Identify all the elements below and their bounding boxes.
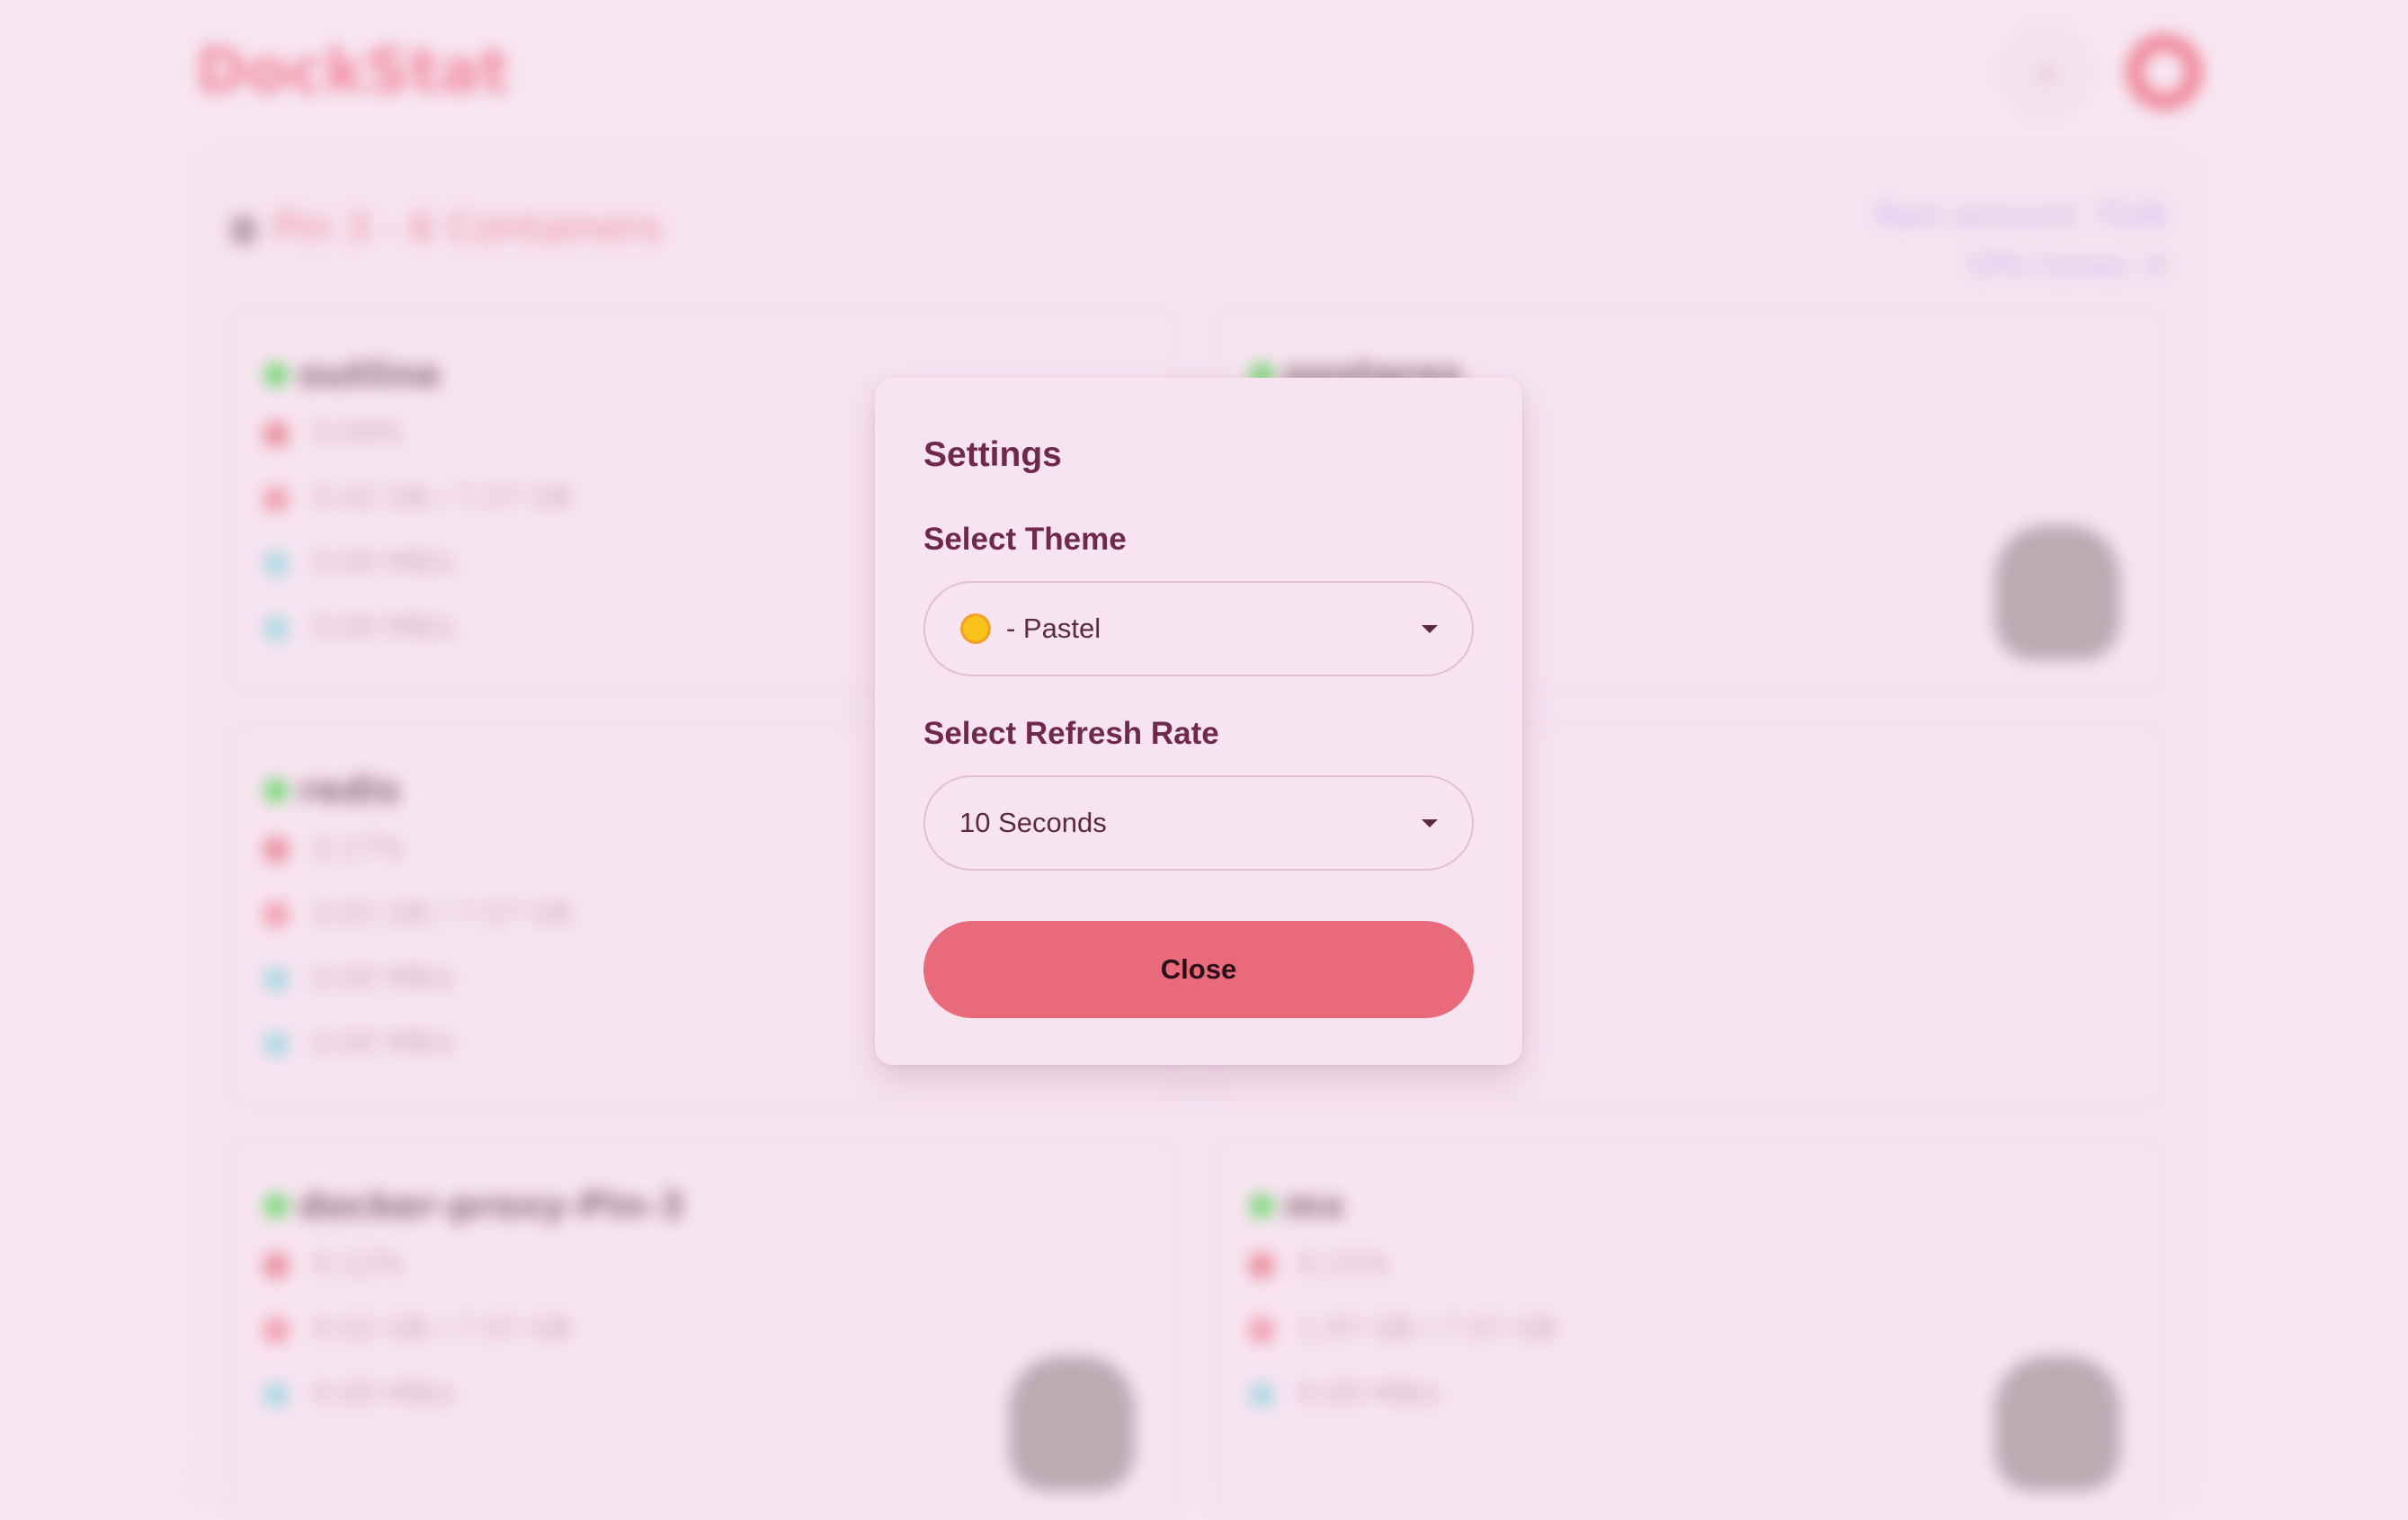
net-out-row: 0.00 MB/s xyxy=(264,610,455,644)
memory-row: 0.42 GB / 7.57 GB xyxy=(264,480,571,514)
net-in-row: 0.00 MB/s xyxy=(264,961,455,995)
theme-label: Select Theme xyxy=(923,522,1127,557)
status-dot xyxy=(264,1194,288,1218)
settings-button[interactable] xyxy=(1998,25,2091,119)
sun-icon xyxy=(963,616,988,641)
theme-select[interactable]: - Pastel xyxy=(923,581,1474,676)
container-name: docker-proxy-Pin-3 xyxy=(299,1185,685,1227)
status-dot xyxy=(264,779,288,802)
container-name: mx xyxy=(1284,1185,1345,1227)
lock-icon xyxy=(232,217,255,244)
refresh-rate-select[interactable]: 10 Seconds xyxy=(923,775,1474,871)
cpu-row: 0.15% xyxy=(1250,1247,1390,1281)
cpu-row: 0.12% xyxy=(264,1247,405,1281)
cpu-row: 0.09% xyxy=(264,416,405,450)
net-in-row: 0.00 MB/s xyxy=(1250,1376,1440,1410)
net-out-row: 0.00 MB/s xyxy=(264,1025,455,1060)
theme-select-value: - Pastel xyxy=(1006,612,1101,644)
close-button[interactable]: Close xyxy=(923,921,1474,1018)
memory-row: 1.97 GB / 7.57 GB xyxy=(1250,1311,1556,1346)
postgres-logo-icon xyxy=(1994,525,2120,660)
container-name: outline xyxy=(299,354,441,396)
container-name: redis xyxy=(299,770,401,811)
net-in-row: 0.00 MB/s xyxy=(264,1376,455,1410)
gear-icon xyxy=(2040,67,2053,80)
container-card[interactable]: docker-proxy-Pin-3 0.12% 0.02 GB / 7.57 … xyxy=(234,1142,1173,1520)
settings-modal: Settings Select Theme - Pastel Select Re… xyxy=(875,378,1522,1065)
refresh-rate-label: Select Refresh Rate xyxy=(923,716,1219,751)
modal-title: Settings xyxy=(923,435,1062,474)
chevron-down-icon xyxy=(1422,625,1438,633)
brand-logo-text: DockStat xyxy=(196,36,510,107)
host-title: Pin 3 - 6 Containers xyxy=(232,205,661,251)
container-logo-icon xyxy=(1994,1356,2120,1491)
docker-logo-icon xyxy=(1009,1356,1135,1491)
cpu-row: 0.17% xyxy=(264,831,405,865)
container-card[interactable]: mx 0.15% 1.97 GB / 7.57 GB 0.00 MB/s xyxy=(1219,1142,2158,1520)
memory-row: 0.02 GB / 7.57 GB xyxy=(264,1311,571,1346)
github-icon[interactable] xyxy=(2127,34,2202,110)
status-dot xyxy=(264,363,288,387)
memory-row: 0.01 GB / 7.57 GB xyxy=(264,896,571,930)
chevron-down-icon xyxy=(1422,819,1438,827)
status-dot xyxy=(1250,1194,1273,1218)
refresh-rate-value: 10 Seconds xyxy=(959,807,1107,838)
net-in-row: 0.00 MB/s xyxy=(264,545,455,579)
host-stats: Ram amount: 7GiB CPU Cores: 4 xyxy=(1876,198,2165,284)
